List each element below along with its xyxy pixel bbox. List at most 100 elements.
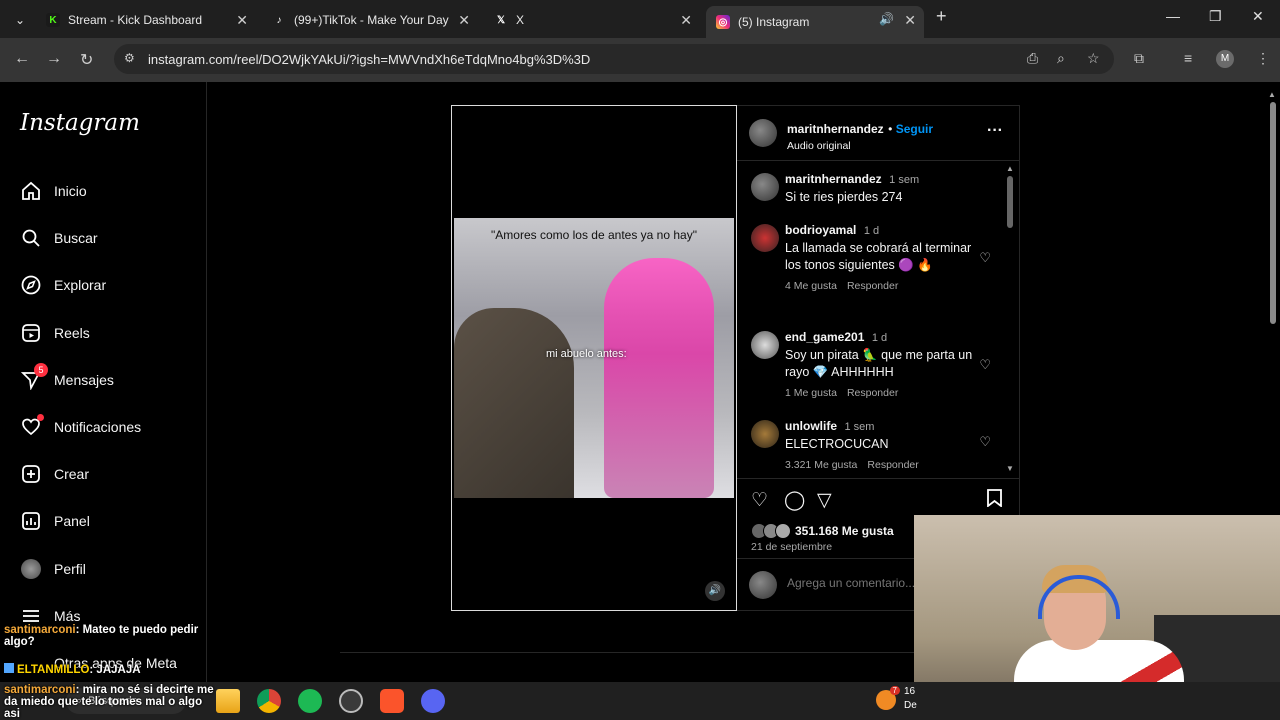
commenter-avatar[interactable] [751, 224, 779, 252]
file-explorer-icon[interactable] [216, 689, 240, 713]
volume-icon[interactable]: 🔊 [705, 581, 725, 601]
sidebar-item-label: Mensajes [54, 372, 114, 388]
reply-button[interactable]: Responder [847, 280, 898, 292]
follow-button[interactable]: Seguir [896, 122, 933, 136]
sidebar-item-reels[interactable]: Reels [20, 318, 90, 348]
comment-likes[interactable]: 1 Me gusta [785, 387, 837, 399]
tab-kick[interactable]: K Stream - Kick Dashboard ✕ [36, 6, 256, 34]
audio-link[interactable]: Audio original [787, 140, 933, 152]
page-scrollbar-thumb[interactable] [1270, 102, 1276, 324]
url-field[interactable]: ⚙ instagram.com/reel/DO2WjkYAkUi/?igsh=M… [114, 44, 1114, 74]
commenter-avatar[interactable] [751, 331, 779, 359]
spotify-icon[interactable] [298, 689, 322, 713]
notification-dot [37, 414, 44, 421]
profile-avatar[interactable]: M [1216, 50, 1234, 68]
close-window-button[interactable]: ✕ [1252, 8, 1264, 25]
like-heart-icon[interactable]: ♡ [751, 489, 768, 512]
scroll-down-arrow-icon[interactable]: ▼ [1006, 464, 1014, 473]
comment-username[interactable]: unlowlife [785, 419, 837, 433]
likes-count[interactable]: 351.168 Me gusta [795, 524, 894, 538]
reel-video[interactable]: "Amores como los de antes ya no hay" mi … [454, 218, 734, 498]
tab-title: (99+)TikTok - Make Your Day [294, 13, 449, 27]
speaker-icon[interactable]: 🔊 [879, 12, 894, 26]
bookmark-star-icon[interactable]: ☆ [1087, 50, 1100, 67]
reply-button[interactable]: Responder [867, 459, 918, 471]
tab-title: (5) Instagram [738, 15, 810, 29]
commenter-avatar[interactable] [751, 420, 779, 448]
author-username[interactable]: maritnhernandez [787, 122, 884, 136]
sidebar-item-explorar[interactable]: Explorar [20, 270, 106, 300]
chat-message: santimarconi: Mateo te puedo pedir algo? [4, 624, 214, 648]
zoom-icon[interactable]: ⌕ [1057, 50, 1065, 67]
caption-comment: maritnhernandez 1 sem Si te ries pierdes… [751, 171, 991, 211]
comment-text: La llamada se cobrará al terminar los to… [785, 241, 972, 272]
tab-x[interactable]: 𝕏 X ✕ [484, 6, 700, 34]
comment-username[interactable]: bodrioyamal [785, 223, 856, 237]
page-scrollbar[interactable]: ▲ [1268, 90, 1278, 330]
author-avatar[interactable] [751, 173, 779, 201]
brave-icon[interactable] [380, 689, 404, 713]
chat-username: santimarconi [4, 684, 76, 696]
obs-icon[interactable] [339, 689, 363, 713]
scrollbar-thumb[interactable] [1007, 176, 1013, 228]
sidebar-item-panel[interactable]: Panel [20, 506, 90, 536]
tab-search-button[interactable]: ⌄ [6, 6, 34, 34]
tab-instagram[interactable]: ◎ (5) Instagram 🔊 ✕ [706, 6, 924, 38]
tiktok-icon: ♪ [276, 14, 282, 26]
forward-arrow-icon[interactable]: → [46, 50, 62, 68]
tab-tiktok[interactable]: ♪ (99+)TikTok - Make Your Day ✕ [262, 6, 478, 34]
comments-scrollbar[interactable]: ▲ ▼ [1005, 164, 1015, 474]
save-bookmark-icon[interactable] [986, 489, 1003, 513]
kebab-menu-icon[interactable]: ⋮ [1256, 50, 1270, 67]
comment-time: 1 sem [844, 421, 875, 433]
reel-player[interactable]: "Amores como los de antes ya no hay" mi … [451, 105, 737, 611]
minimize-button[interactable]: — [1166, 8, 1180, 24]
site-info-icon[interactable]: ⚙ [124, 51, 135, 65]
sidebar-item-buscar[interactable]: Buscar [20, 223, 98, 253]
sidebar-item-crear[interactable]: Crear [20, 459, 89, 489]
chat-message: santimarconi: mira no sé si decirte me d… [4, 684, 218, 720]
comment-username[interactable]: end_game201 [785, 330, 864, 344]
author-avatar[interactable] [749, 119, 777, 147]
new-tab-button[interactable]: + [936, 6, 947, 27]
like-comment-heart-icon[interactable]: ♡ [979, 434, 991, 450]
sidebar-item-inicio[interactable]: Inicio [20, 176, 87, 206]
back-arrow-icon[interactable]: ← [14, 50, 30, 68]
reply-button[interactable]: Responder [847, 387, 898, 399]
scroll-up-arrow-icon[interactable]: ▲ [1006, 164, 1014, 173]
comment-bubble-icon[interactable]: ◯ [784, 489, 805, 512]
comment-item: unlowlife 1 sem ELECTROCUCAN 3.321 Me gu… [751, 418, 991, 476]
sidebar-item-label: Buscar [54, 230, 98, 246]
instagram-sidebar: Instagram Inicio Buscar Explorar Reels 5… [0, 82, 207, 682]
like-comment-heart-icon[interactable]: ♡ [979, 357, 991, 373]
sidebar-item-label: Perfil [54, 561, 86, 577]
chrome-icon[interactable] [257, 689, 281, 713]
reload-icon[interactable]: ↻ [80, 50, 93, 70]
weather-icon[interactable]: 7 [876, 686, 900, 710]
close-icon[interactable]: ✕ [236, 12, 248, 29]
sidebar-item-perfil[interactable]: Perfil [20, 554, 86, 584]
separator-dot: • [888, 122, 896, 136]
maximize-button[interactable]: ❐ [1209, 8, 1222, 25]
sidebar-item-mensajes[interactable]: 5 Mensajes [20, 363, 114, 395]
discord-icon[interactable] [421, 689, 445, 713]
instagram-logo[interactable]: Instagram [20, 110, 140, 136]
more-options-icon[interactable]: ··· [987, 122, 1003, 140]
comment-likes[interactable]: 4 Me gusta [785, 280, 837, 292]
share-send-icon[interactable]: ▽ [817, 489, 832, 512]
comment-likes[interactable]: 3.321 Me gusta [785, 459, 857, 471]
post-header: maritnhernandez • Seguir Audio original … [737, 106, 1019, 161]
comment-username[interactable]: maritnhernandez [785, 172, 882, 186]
close-icon[interactable]: ✕ [904, 12, 916, 29]
messages-badge: 5 [34, 363, 48, 377]
sidebar-item-notificaciones[interactable]: Notificaciones [20, 412, 141, 442]
like-comment-heart-icon[interactable]: ♡ [979, 250, 991, 266]
close-icon[interactable]: ✕ [680, 12, 692, 29]
extensions-icon[interactable]: ⧉ [1134, 50, 1144, 67]
media-control-icon[interactable]: ≡ [1184, 50, 1192, 66]
close-icon[interactable]: ✕ [458, 12, 470, 29]
scroll-up-arrow-icon[interactable]: ▲ [1268, 90, 1276, 99]
chat-message: ELTANMILLO: JAJAJA [4, 663, 214, 676]
install-app-icon[interactable]: ⎙ [1027, 50, 1038, 67]
post-date: 21 de septiembre [751, 541, 833, 553]
